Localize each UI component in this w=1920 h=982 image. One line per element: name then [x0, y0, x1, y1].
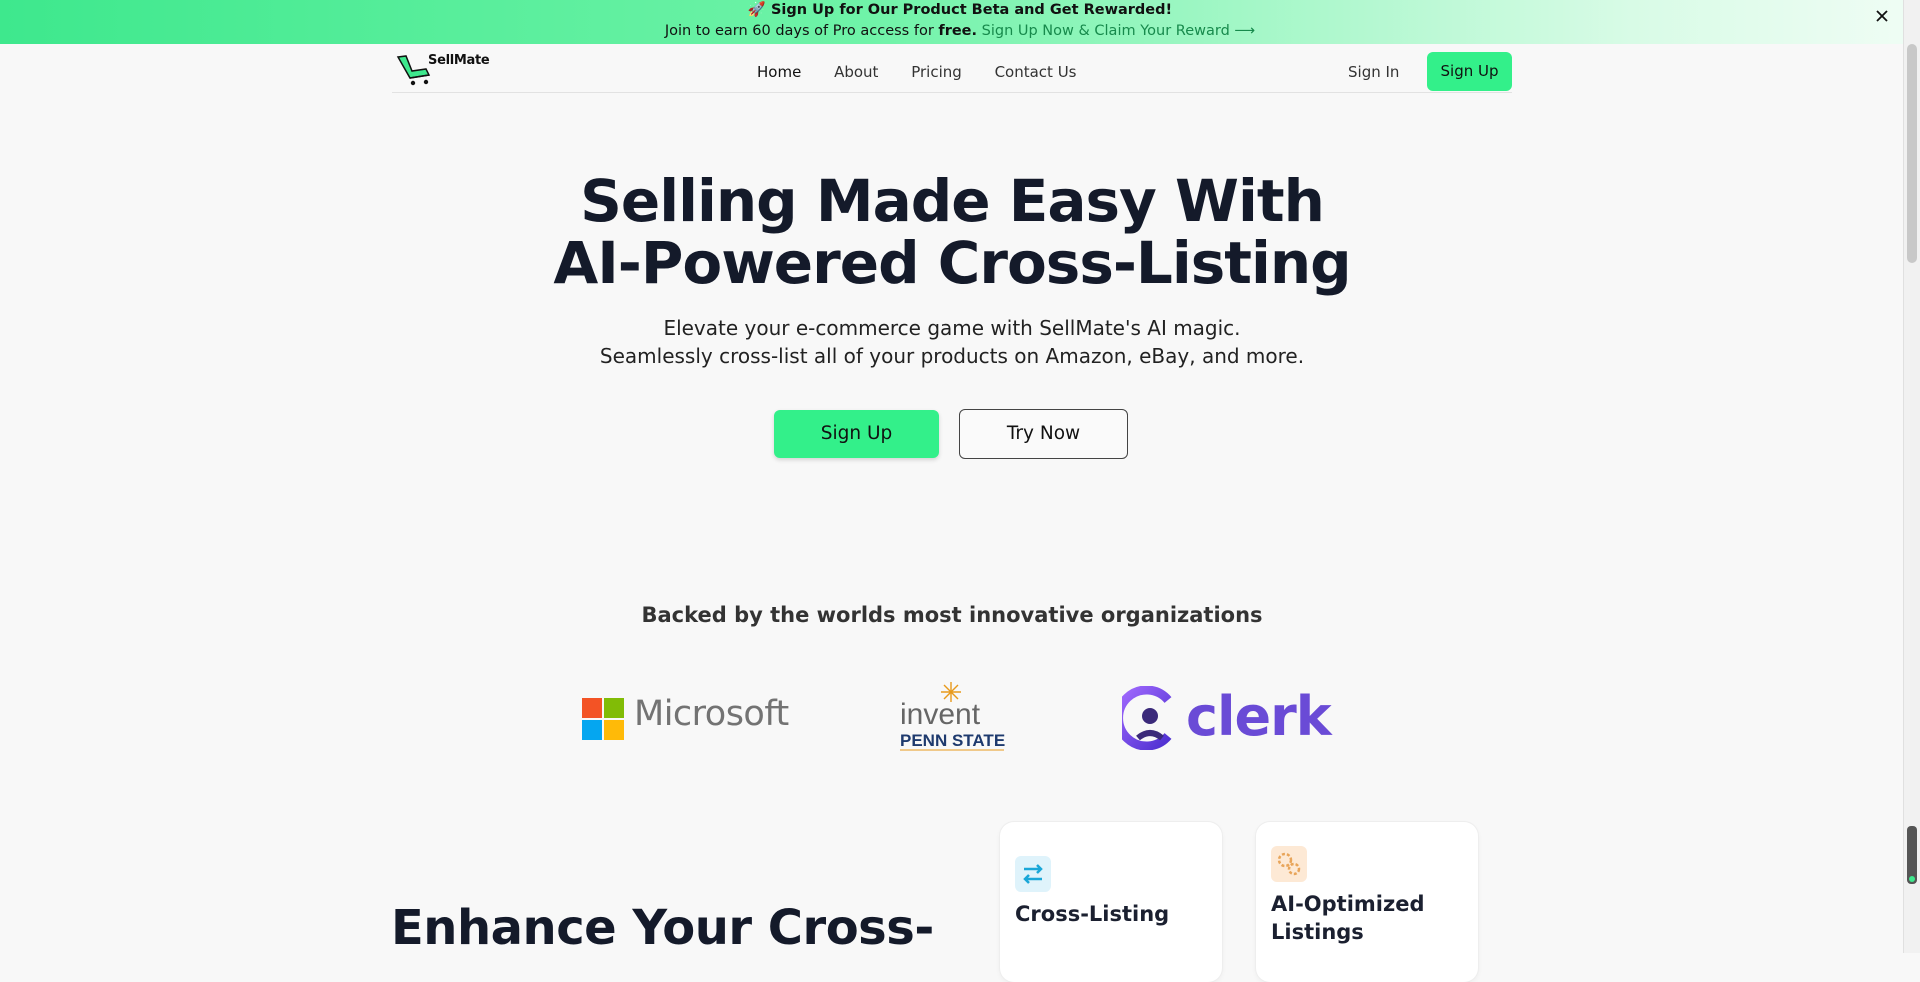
hero-subtitle: Elevate your e-commerce game with SellMa…: [0, 314, 1904, 370]
nav-home[interactable]: Home: [757, 63, 801, 81]
promo-banner-text: Join to earn 60 days of Pro access for: [664, 23, 939, 39]
invent-penn-state-logo: invent PENN STATE: [900, 682, 1005, 751]
promo-banner-free: free.: [938, 23, 978, 39]
close-icon[interactable]: [1874, 8, 1890, 24]
clerk-logo-icon: [1122, 686, 1172, 750]
hero-try-now-button[interactable]: Try Now: [959, 409, 1128, 459]
svg-text:PENN STATE: PENN STATE: [900, 731, 1005, 750]
nav-pricing[interactable]: Pricing: [911, 63, 962, 81]
scrollbar-thumb[interactable]: [1907, 44, 1917, 263]
feature-card-ai-optimized-listings: AI-Optimized Listings: [1256, 822, 1478, 982]
microsoft-logo-text: Microsoft: [634, 694, 789, 734]
microsoft-logo-icon: [582, 698, 624, 740]
nav-contact-us[interactable]: Contact Us: [995, 63, 1077, 81]
swap-arrows-icon: [1023, 864, 1043, 884]
page-scrollbar[interactable]: [1903, 0, 1920, 953]
hero-title-line-2: AI-Powered Cross-Listing: [553, 229, 1351, 297]
promo-banner-subtitle: Join to earn 60 days of Pro access for f…: [0, 21, 1920, 41]
gears-icon: [1277, 852, 1301, 876]
feature-card-cross-listing: Cross-Listing: [1000, 822, 1222, 982]
scroll-progress-indicator[interactable]: [1907, 826, 1917, 884]
nav-links: Home About Pricing Contact Us: [757, 63, 1104, 81]
backed-by-heading: Backed by the worlds most innovative org…: [641, 603, 1263, 627]
features-heading: Enhance Your Cross-: [391, 900, 934, 956]
hero-sign-up-button[interactable]: Sign Up: [774, 410, 939, 458]
nav-sign-up-button[interactable]: Sign Up: [1427, 52, 1512, 91]
promo-banner: 🚀 Sign Up for Our Product Beta and Get R…: [0, 0, 1920, 44]
brand-name[interactable]: SellMate: [428, 53, 490, 68]
sign-in-link[interactable]: Sign In: [1348, 63, 1399, 81]
promo-banner-link[interactable]: Sign Up Now & Claim Your Reward ⟶: [982, 23, 1256, 39]
hero-title-line-1: Selling Made Easy With: [580, 167, 1325, 235]
svg-text:invent: invent: [900, 698, 981, 731]
clerk-logo-text: clerk: [1186, 685, 1332, 748]
promo-banner-title: 🚀 Sign Up for Our Product Beta and Get R…: [747, 2, 1173, 18]
nav-about[interactable]: About: [834, 63, 878, 81]
hero-subtitle-line-1: Elevate your e-commerce game with SellMa…: [663, 316, 1241, 340]
navbar: SellMate Home About Pricing Contact Us S…: [392, 44, 1512, 93]
feature-card-title: AI-Optimized Listings: [1271, 892, 1425, 944]
hero-subtitle-line-2: Seamlessly cross-list all of your produc…: [599, 344, 1305, 368]
hero-title: Selling Made Easy With AI-Powered Cross-…: [0, 170, 1904, 294]
feature-card-title: Cross-Listing: [1015, 902, 1170, 926]
